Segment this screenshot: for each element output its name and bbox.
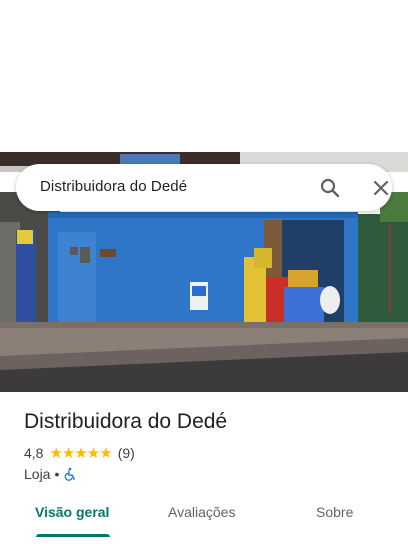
place-title: Distribuidora do Dedé <box>24 410 228 433</box>
tab-reviews[interactable]: Avaliações <box>168 504 235 520</box>
wheelchair-icon <box>63 467 77 481</box>
rating-value: 4,8 <box>24 445 44 461</box>
search-bar[interactable]: Distribuidora do Dedé <box>16 164 392 211</box>
tab-bar: Visão geral Avaliações Sobre <box>0 490 408 538</box>
search-query[interactable]: Distribuidora do Dedé <box>40 178 187 195</box>
separator-dot: • <box>54 466 60 482</box>
search-icon[interactable] <box>318 176 342 200</box>
tab-overview[interactable]: Visão geral <box>35 504 109 520</box>
review-count[interactable]: (9) <box>118 445 135 461</box>
category-row: Loja • <box>24 465 77 483</box>
category-label: Loja <box>24 466 51 482</box>
rating-row[interactable]: 4,8 ★★★★★ (9) <box>24 444 135 462</box>
star-rating-icons: ★★★★★ <box>49 445 112 462</box>
tab-about[interactable]: Sobre <box>316 504 353 520</box>
active-tab-indicator <box>36 534 110 537</box>
close-icon[interactable] <box>369 176 393 200</box>
